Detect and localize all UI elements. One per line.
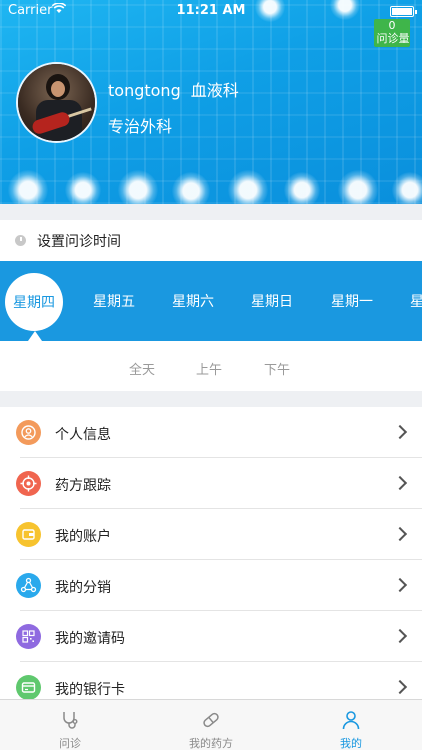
period-selector: 全天 上午 下午: [0, 341, 422, 391]
day-item[interactable]: 星期日: [251, 291, 293, 311]
chevron-right-icon: [392, 526, 408, 542]
profile-header: Carrier 11:21 AM 0 问诊量 tongtong 血液科 专治外科: [0, 0, 422, 204]
day-item[interactable]: 星期一: [331, 291, 373, 311]
menu-item-my-account[interactable]: 我的账户: [0, 509, 422, 560]
light-glow: [338, 170, 378, 204]
menu-item-label: 我的邀请码: [55, 631, 125, 647]
menu-item-label: 个人信息: [55, 427, 111, 443]
stethoscope-icon: [59, 709, 81, 735]
chevron-right-icon: [392, 424, 408, 440]
day-item-selected[interactable]: 星期四: [5, 273, 63, 331]
tab-mine[interactable]: 我的: [321, 700, 381, 750]
selected-day-caret: [28, 331, 42, 341]
status-bar: Carrier 11:21 AM: [0, 0, 422, 22]
menu-item-personal-info[interactable]: 个人信息: [0, 407, 422, 458]
day-selector: 星期四 星期五 星期六 星期日 星期一 星: [0, 261, 422, 341]
menu-item-label: 我的银行卡: [55, 682, 125, 698]
chevron-right-icon: [392, 475, 408, 491]
light-glow: [65, 172, 101, 204]
chevron-right-icon: [392, 679, 408, 695]
consult-count-badge[interactable]: 0 问诊量: [374, 19, 410, 47]
consult-count: 0: [388, 19, 396, 32]
chevron-right-icon: [392, 577, 408, 593]
set-consult-time-row[interactable]: 设置问诊时间: [0, 220, 422, 261]
period-all-day[interactable]: 全天: [129, 359, 155, 378]
light-glow: [8, 170, 48, 204]
light-glow: [172, 172, 210, 204]
qr-code-icon: [16, 624, 41, 649]
avatar-face: [51, 81, 65, 97]
menu-item-label: 药方跟踪: [55, 478, 111, 494]
day-item[interactable]: 星期五: [93, 291, 135, 311]
consult-count-label: 问诊量: [376, 32, 410, 45]
period-afternoon[interactable]: 下午: [264, 359, 290, 378]
wallet-icon: [16, 522, 41, 547]
doctor-department: 血液科: [190, 81, 239, 100]
share-network-icon: [16, 573, 41, 598]
tab-label: 我的: [340, 737, 362, 750]
light-glow: [118, 170, 158, 204]
doctor-name-line: tongtong 血液科: [108, 77, 239, 101]
battery-icon: [390, 6, 417, 17]
pill-icon: [200, 709, 222, 735]
period-morning[interactable]: 上午: [196, 359, 222, 378]
tab-my-prescriptions[interactable]: 我的药方: [176, 700, 246, 750]
clock-icon: [15, 235, 26, 246]
light-glow: [228, 170, 268, 204]
menu-item-prescription-tracking[interactable]: 药方跟踪: [0, 458, 422, 509]
clock-time: 11:21 AM: [176, 3, 246, 18]
menu-item-label: 我的账户: [55, 529, 111, 545]
day-label: 星期四: [13, 295, 55, 311]
chevron-right-icon: [392, 628, 408, 644]
tab-label: 问诊: [59, 737, 81, 750]
menu-item-bank-card[interactable]: 我的银行卡: [0, 662, 422, 699]
tab-bar: 问诊 我的药方 我的: [0, 699, 422, 750]
menu-list: 个人信息 药方跟踪 我的账户 我的分销 我的邀请码 我的银行卡: [0, 407, 422, 699]
light-glow: [284, 172, 320, 204]
avatar[interactable]: [16, 62, 97, 143]
day-item[interactable]: 星期六: [172, 291, 214, 311]
set-consult-time-label: 设置问诊时间: [37, 234, 121, 250]
tab-consult[interactable]: 问诊: [40, 700, 100, 750]
menu-item-invite-code[interactable]: 我的邀请码: [0, 611, 422, 662]
doctor-specialty: 专治外科: [108, 117, 173, 136]
person-icon: [16, 420, 41, 445]
doctor-name: tongtong: [108, 81, 181, 100]
bank-card-icon: [16, 675, 41, 699]
menu-item-my-distribution[interactable]: 我的分销: [0, 560, 422, 611]
user-icon: [340, 709, 362, 735]
menu-item-label: 我的分销: [55, 580, 111, 596]
day-item[interactable]: 星: [410, 291, 422, 311]
target-icon: [16, 471, 41, 496]
tab-label: 我的药方: [189, 737, 233, 750]
light-glow: [392, 172, 422, 204]
